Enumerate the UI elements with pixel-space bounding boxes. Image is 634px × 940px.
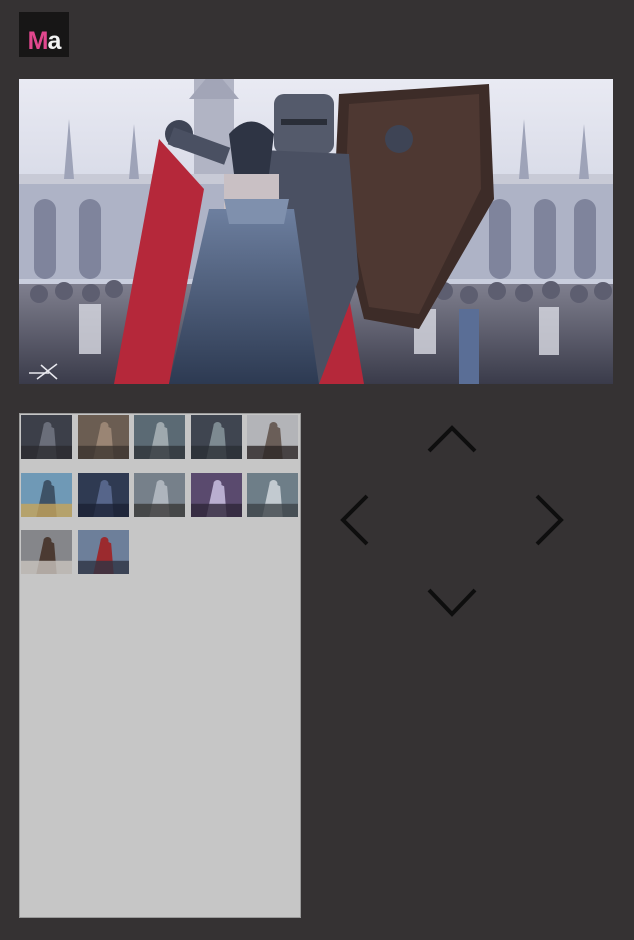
thumbnail-7[interactable] (77, 472, 129, 517)
nav-right-button[interactable] (534, 494, 564, 546)
chevron-up-icon (427, 425, 477, 453)
thumbnail-5[interactable] (247, 415, 298, 459)
logo-text: Ma (27, 27, 62, 55)
nav-left-button[interactable] (340, 494, 370, 546)
main-image (19, 79, 613, 384)
thumbnail-6[interactable] (21, 472, 72, 517)
thumbnail-image (21, 530, 72, 574)
thumbnail-3[interactable] (134, 415, 185, 459)
main-image-artwork (19, 79, 613, 384)
thumbnail-10[interactable] (247, 472, 298, 517)
chevron-left-icon (340, 494, 369, 546)
thumbnail-image (77, 415, 129, 459)
thumbnail-image (134, 415, 185, 459)
chevron-down-icon (427, 588, 477, 617)
thumbnail-image (21, 415, 72, 459)
thumbnail-image (134, 472, 185, 517)
thumbnail-1[interactable] (21, 415, 72, 459)
thumbnail-12[interactable] (77, 530, 129, 574)
thumbnail-4[interactable] (190, 415, 242, 459)
thumbnail-image (77, 530, 129, 574)
thumbnail-8[interactable] (134, 472, 185, 517)
logo-letter-m: M (27, 27, 49, 55)
thumbnail-9[interactable] (190, 472, 242, 517)
nav-down-button[interactable] (427, 587, 477, 617)
chevron-right-icon (535, 494, 564, 546)
thumbnail-image (77, 472, 129, 517)
nav-up-button[interactable] (427, 425, 477, 453)
app-logo[interactable]: Ma (19, 12, 69, 57)
thumbnail-image (21, 472, 72, 517)
thumbnail-image (190, 472, 242, 517)
thumbnail-2[interactable] (77, 415, 129, 459)
thumbnail-image (247, 415, 298, 459)
logo-letter-a: a (47, 27, 61, 55)
thumbnail-image (190, 415, 242, 459)
thumbnail-11[interactable] (21, 530, 72, 574)
thumbnail-gallery-panel[interactable] (19, 413, 301, 918)
thumbnail-image (247, 472, 298, 517)
